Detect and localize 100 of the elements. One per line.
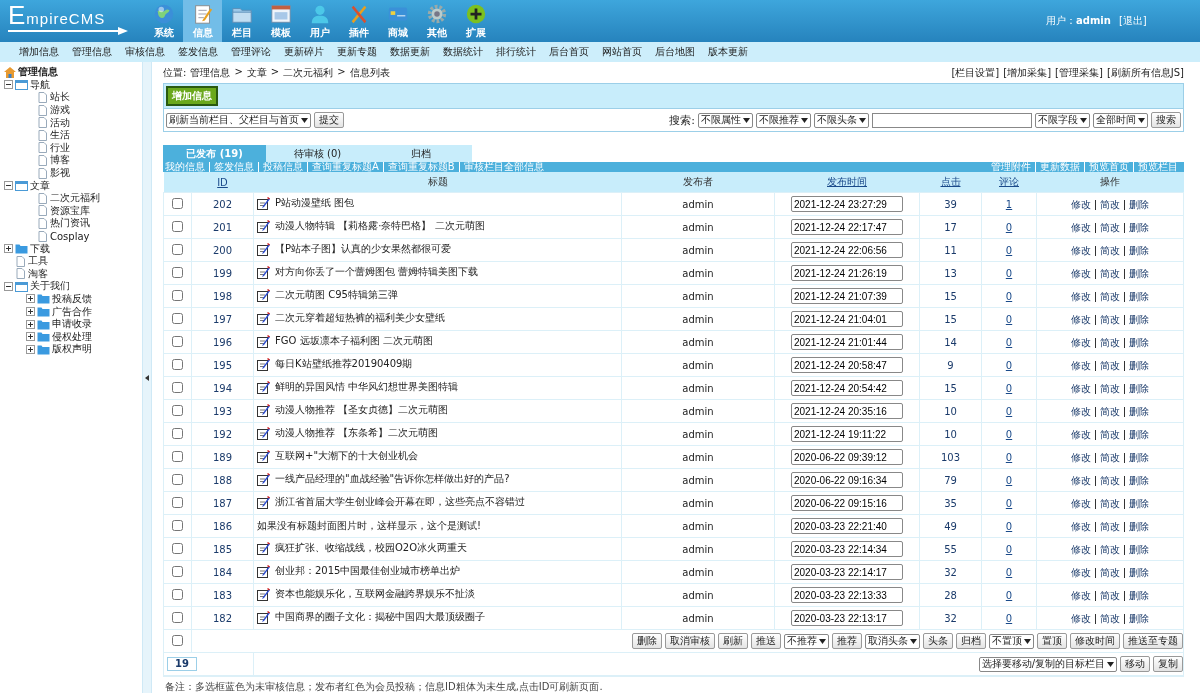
column-header[interactable]: 点击	[919, 172, 982, 193]
row-checkbox[interactable]	[172, 519, 183, 531]
id-cell[interactable]: 183	[191, 583, 254, 607]
top-link[interactable]: [刷新所有信息JS]	[1106, 66, 1184, 80]
action-link[interactable]: 删除	[1124, 590, 1153, 601]
id-cell[interactable]: 193	[191, 399, 254, 423]
tree-item[interactable]: 侵权处理	[52, 329, 92, 344]
row-checkbox[interactable]	[172, 289, 183, 301]
row-checkbox[interactable]	[172, 404, 183, 416]
id-cell[interactable]: 197	[191, 307, 254, 331]
action-link[interactable]: 简改	[1095, 590, 1124, 601]
move-button[interactable]: 复制	[1153, 656, 1183, 672]
action-link[interactable]: 简改	[1095, 314, 1124, 325]
comments-link[interactable]: 0	[1005, 313, 1013, 325]
id-cell[interactable]: 182	[191, 606, 254, 630]
action-link[interactable]: 修改	[1067, 222, 1095, 233]
id-cell[interactable]: 192	[191, 422, 254, 446]
id-cell[interactable]: 198	[191, 284, 254, 308]
time-field[interactable]: 2021-12-24 20:35:16	[791, 403, 903, 419]
column-header[interactable]: ID	[191, 172, 254, 193]
action-link[interactable]: 简改	[1095, 452, 1124, 463]
tree-root[interactable]: 管理信息	[18, 65, 58, 80]
time-field[interactable]: 2021-12-24 23:27:29	[791, 196, 903, 212]
top-link[interactable]: [栏目设置]	[951, 66, 1000, 80]
filter-dropdown[interactable]: 不限字段	[1035, 112, 1090, 128]
comments-link[interactable]: 0	[1005, 382, 1013, 394]
expand-icon[interactable]	[26, 332, 35, 342]
tab[interactable]: 归档	[369, 145, 472, 162]
tree-item[interactable]: 行业	[50, 140, 70, 155]
nav-tab[interactable]: 扩展	[456, 0, 495, 42]
menu-link[interactable]: 网站首页	[595, 45, 648, 59]
menu-link[interactable]: 增加信息	[12, 45, 65, 59]
id-cell[interactable]: 186	[191, 514, 254, 538]
time-field[interactable]: 2020-03-23 22:13:33	[791, 587, 903, 603]
tree-item[interactable]: 二次元福利	[50, 191, 100, 206]
action-link[interactable]: 修改	[1067, 383, 1095, 394]
comments-link[interactable]: 1	[1005, 198, 1013, 210]
action-link[interactable]: 修改	[1067, 521, 1095, 532]
action-link[interactable]: 修改	[1067, 567, 1095, 578]
menu-link[interactable]: 数据统计	[436, 45, 489, 59]
action-link[interactable]: 修改	[1067, 360, 1095, 371]
action-link[interactable]: 简改	[1095, 291, 1124, 302]
expand-icon[interactable]	[26, 307, 35, 317]
action-link[interactable]: 删除	[1124, 613, 1153, 624]
action-link[interactable]: 修改	[1067, 406, 1095, 417]
id-cell[interactable]: 194	[191, 376, 254, 400]
tree-item[interactable]: 博客	[50, 153, 70, 168]
tree-item[interactable]: 关于我们	[30, 279, 70, 294]
action-link[interactable]: 修改	[1067, 268, 1095, 279]
move-button[interactable]: 移动	[1120, 656, 1150, 672]
tree-item[interactable]: 文章	[30, 178, 50, 193]
menu-link[interactable]: 数据更新	[383, 45, 436, 59]
time-field[interactable]: 2021-12-24 20:54:42	[791, 380, 903, 396]
action-link[interactable]: 修改	[1067, 291, 1095, 302]
comments-link[interactable]: 0	[1005, 566, 1013, 578]
time-field[interactable]: 2021-12-24 19:11:22	[791, 426, 903, 442]
action-link[interactable]: 删除	[1124, 567, 1153, 578]
nav-tab[interactable]: 其他	[417, 0, 456, 42]
menu-link[interactable]: 更新专题	[330, 45, 383, 59]
id-cell[interactable]: 189	[191, 445, 254, 469]
tree-item[interactable]: 申请收录	[52, 317, 92, 332]
time-field[interactable]: 2021-12-24 22:17:47	[791, 219, 903, 235]
action-link[interactable]: 删除	[1124, 452, 1153, 463]
tab[interactable]: 待审核 (0)	[266, 145, 369, 162]
breadcrumb-link[interactable]: 信息列表	[349, 66, 390, 80]
action-link[interactable]: 删除	[1124, 222, 1153, 233]
action-link[interactable]: 修改	[1067, 544, 1095, 555]
action-link[interactable]: 简改	[1095, 521, 1124, 532]
action-link[interactable]: 简改	[1095, 360, 1124, 371]
menu-link[interactable]: 管理评论	[224, 45, 277, 59]
row-checkbox[interactable]	[172, 473, 183, 485]
time-field[interactable]: 2020-06-22 09:39:12	[791, 449, 903, 465]
time-field[interactable]: 2020-03-23 22:21:40	[791, 518, 903, 534]
action-link[interactable]: 修改	[1067, 590, 1095, 601]
filter-dropdown[interactable]: 不限推荐	[756, 112, 811, 128]
action-link[interactable]: 修改	[1067, 199, 1095, 210]
action-link[interactable]: 简改	[1095, 222, 1124, 233]
action-link[interactable]: 删除	[1124, 475, 1153, 486]
comments-link[interactable]: 0	[1005, 497, 1013, 509]
bulk-dropdown[interactable]: 不置顶	[989, 633, 1034, 649]
time-field[interactable]: 2020-03-23 22:14:34	[791, 541, 903, 557]
time-field[interactable]: 2021-12-24 20:58:47	[791, 357, 903, 373]
row-checkbox[interactable]	[172, 358, 183, 370]
action-link[interactable]: 删除	[1124, 268, 1153, 279]
action-link[interactable]: 修改	[1067, 337, 1095, 348]
row-checkbox[interactable]	[172, 266, 183, 278]
time-field[interactable]: 2021-12-24 22:06:56	[791, 242, 903, 258]
time-field[interactable]: 2021-12-24 21:01:44	[791, 334, 903, 350]
id-cell[interactable]: 196	[191, 330, 254, 354]
tree-item[interactable]: 资源宝库	[50, 203, 90, 218]
tree-item[interactable]: 淘客	[28, 266, 48, 281]
bulk-button[interactable]: 归档	[956, 633, 986, 649]
action-link[interactable]: 删除	[1124, 383, 1153, 394]
nav-tab[interactable]: 商城	[378, 0, 417, 42]
menu-link[interactable]: 更新碎片	[277, 45, 330, 59]
action-link[interactable]: 简改	[1095, 475, 1124, 486]
action-link[interactable]: 删除	[1124, 337, 1153, 348]
action-link[interactable]: 简改	[1095, 429, 1124, 440]
top-link[interactable]: [增加采集]	[1003, 66, 1052, 80]
action-link[interactable]: 删除	[1124, 544, 1153, 555]
